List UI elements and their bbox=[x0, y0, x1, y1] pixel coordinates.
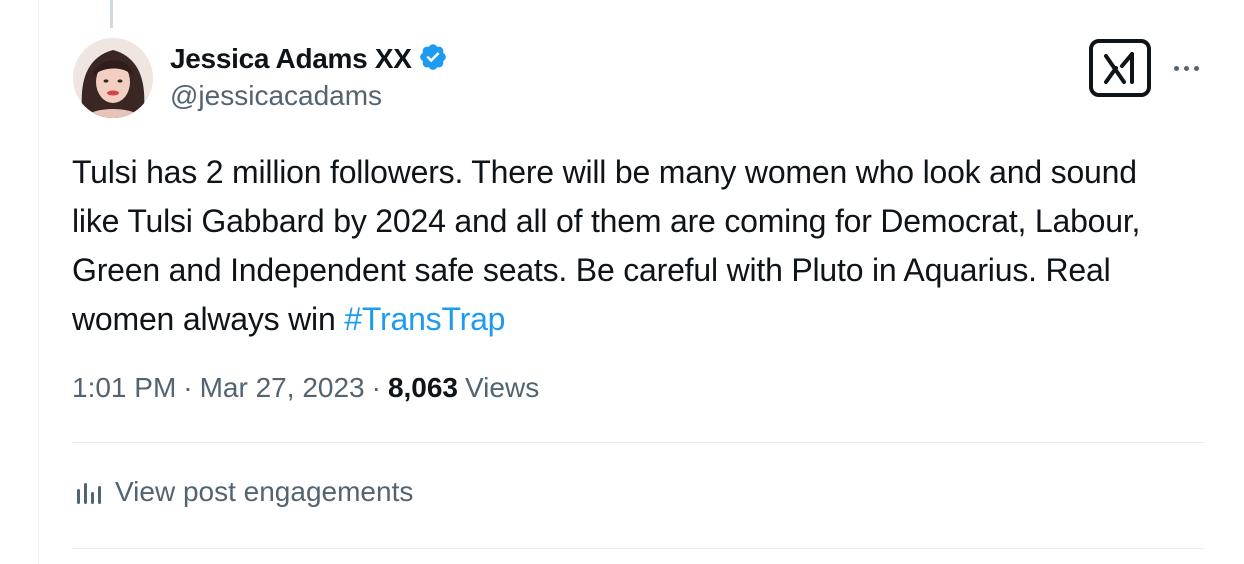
more-dots-icon[interactable] bbox=[1166, 56, 1206, 80]
tweet-text: Tulsi has 2 million followers. There wil… bbox=[72, 148, 1182, 344]
view-engagements-button[interactable]: View post engagements bbox=[75, 476, 413, 508]
author-handle[interactable]: @jessicacadams bbox=[170, 80, 448, 112]
divider bbox=[72, 442, 1204, 443]
more-dot bbox=[1193, 65, 1199, 71]
avatar-image bbox=[73, 38, 153, 118]
meta-separator: · bbox=[183, 372, 193, 403]
analytics-icon bbox=[77, 483, 101, 504]
grok-button[interactable] bbox=[1089, 39, 1151, 97]
tweet-body-text: Tulsi has 2 million followers. There wil… bbox=[72, 154, 1141, 337]
grok-icon bbox=[1104, 52, 1134, 84]
thread-connector-line bbox=[110, 0, 113, 28]
view-engagements-label: View post engagements bbox=[115, 476, 414, 507]
hashtag-link[interactable]: #TransTrap bbox=[344, 301, 505, 337]
divider bbox=[72, 548, 1204, 549]
author-block: Jessica Adams XX @jessicacadams bbox=[170, 40, 448, 112]
tweet-date[interactable]: Mar 27, 2023 bbox=[200, 372, 365, 404]
more-dot bbox=[1173, 65, 1179, 71]
views-count: 8,063 bbox=[387, 372, 459, 403]
author-name-row: Jessica Adams XX bbox=[170, 40, 448, 78]
author-display-name[interactable]: Jessica Adams XX bbox=[170, 43, 412, 75]
meta-separator: · bbox=[371, 372, 381, 403]
views-label: Views bbox=[465, 372, 540, 403]
tweet-time[interactable]: 1:01 PM bbox=[72, 372, 176, 404]
tweet-meta: 1:01 PM · Mar 27, 2023 · 8,063 Views bbox=[72, 372, 539, 404]
avatar[interactable] bbox=[73, 38, 153, 118]
more-dot bbox=[1183, 65, 1189, 71]
verified-badge-icon bbox=[412, 42, 448, 77]
